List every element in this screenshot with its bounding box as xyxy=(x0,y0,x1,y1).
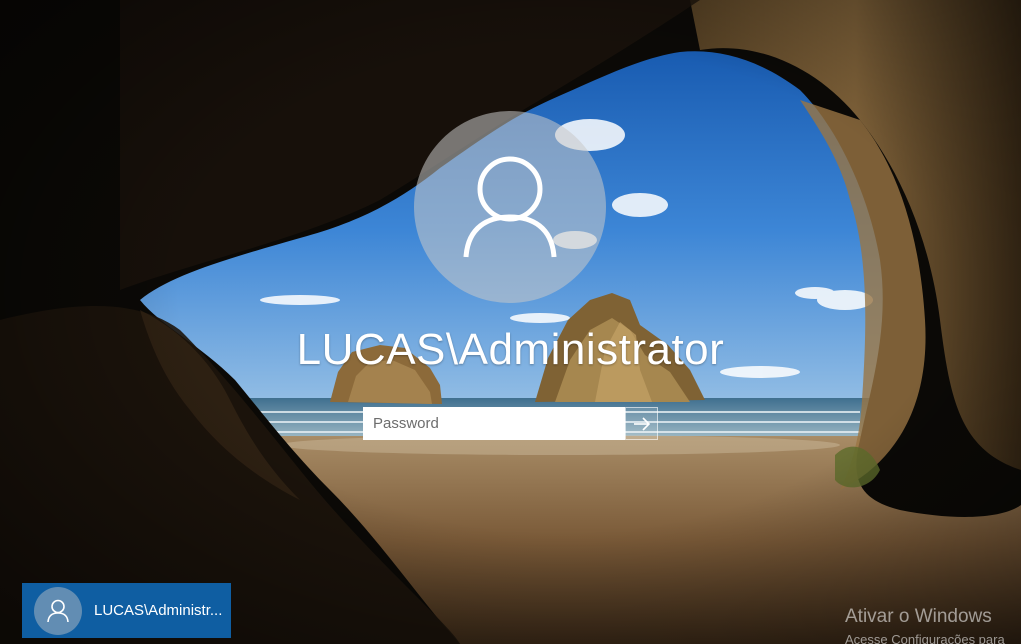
lock-screen: LUCAS\Administrator LUCAS\Administr... A… xyxy=(0,0,1021,644)
watermark-subtitle: Acesse Configurações para xyxy=(845,632,1005,644)
user-avatar xyxy=(414,111,606,303)
user-silhouette-icon xyxy=(47,599,69,622)
user-tile-avatar xyxy=(34,586,82,635)
user-tile-name: LUCAS\Administr... xyxy=(94,602,223,619)
submit-button[interactable] xyxy=(625,407,658,440)
password-input[interactable] xyxy=(363,407,625,440)
password-row xyxy=(363,407,658,440)
watermark-title: Ativar o Windows xyxy=(845,606,992,627)
user-switch-tile[interactable]: LUCAS\Administr... xyxy=(22,583,231,638)
username-label: LUCAS\Administrator xyxy=(296,325,725,374)
activation-watermark: Ativar o Windows Acesse Configurações pa… xyxy=(845,605,1005,644)
user-silhouette-icon xyxy=(463,156,557,258)
arrow-right-icon xyxy=(633,416,650,431)
